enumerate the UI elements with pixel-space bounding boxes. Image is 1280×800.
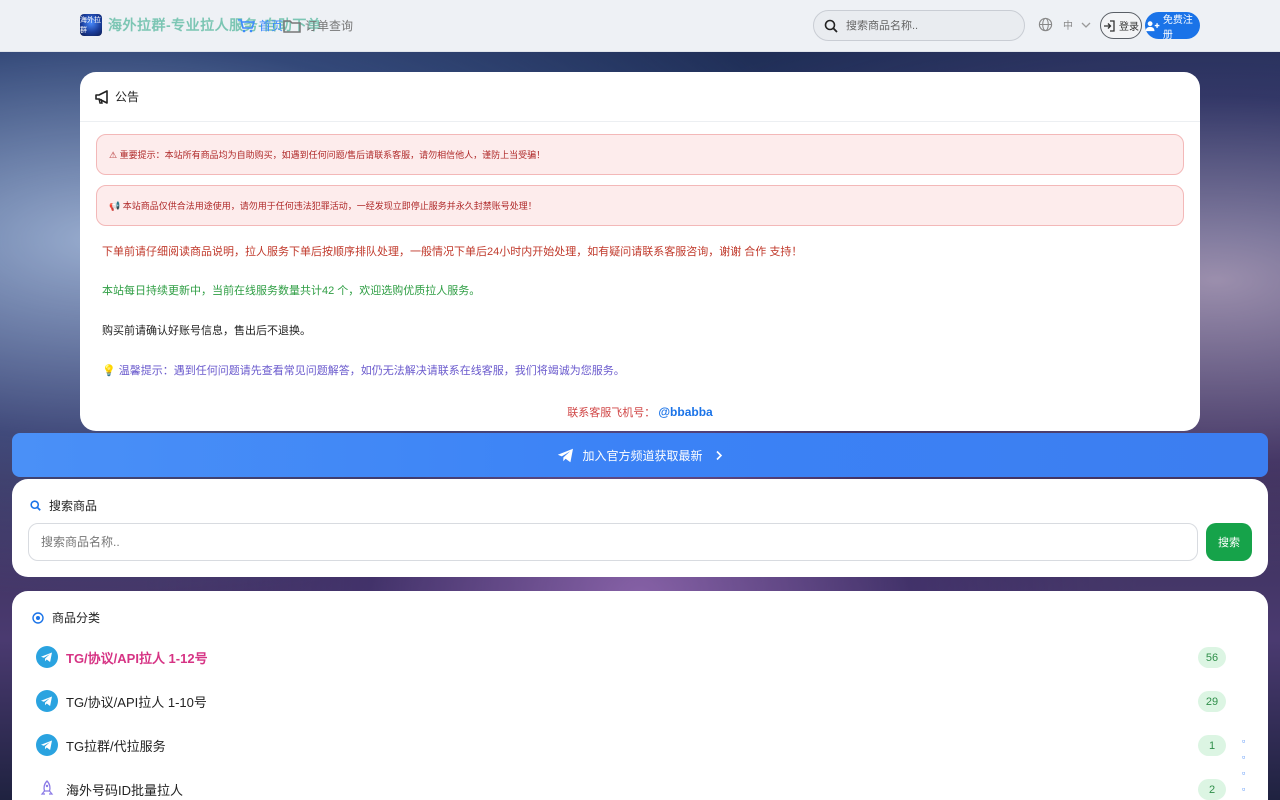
search-card-title: 搜索商品: [30, 497, 97, 514]
product-search-input[interactable]: [28, 523, 1198, 561]
login-label: 登录: [1119, 22, 1139, 33]
language-label: 中: [1063, 21, 1073, 32]
login-button[interactable]: 登录: [1100, 12, 1142, 39]
search-icon: [30, 500, 41, 511]
category-card: 商品分类 TG/协议/API拉人 1-12号 56 TG/协议/API拉人 1-…: [12, 591, 1268, 800]
contact-line: 联系客服飞机号： @bbabba: [80, 404, 1200, 420]
search-icon: [824, 19, 838, 33]
category-item[interactable]: TG/协议/API拉人 1-10号 29: [36, 689, 1226, 713]
category-count-badge: 56: [1198, 647, 1226, 668]
category-title-label: 商品分类: [52, 611, 101, 625]
side-link-icon[interactable]: ▫: [1242, 784, 1250, 800]
notice-alert-info: 📢 本站商品仅供合法用途使用，请勿用于任何违法犯罪活动，一经发现立即停止服务并永…: [96, 185, 1184, 226]
join-channel-banner[interactable]: 加入官方频道获取最新: [12, 433, 1268, 477]
search-card-title-label: 搜索商品: [49, 499, 98, 513]
notice-line-stock: 本站每日持续更新中，当前在线服务数量共计42 个，欢迎选购优质拉人服务。: [102, 285, 481, 297]
contact-handle-link[interactable]: @bbabba: [658, 405, 712, 419]
register-label: 免费注册: [1162, 14, 1193, 41]
top-navbar: 海外拉群 海外拉群-专业拉人服务-自助下单 首页 订单查询 中: [0, 0, 1280, 52]
side-link-icon[interactable]: ▫: [1242, 752, 1250, 768]
side-link-icon[interactable]: ▫: [1242, 736, 1250, 752]
globe-icon: [1038, 17, 1053, 32]
category-count-badge: 2: [1198, 779, 1226, 800]
nav-orders-link[interactable]: 订单查询: [283, 17, 353, 34]
nav-home-label: 首页: [259, 19, 284, 33]
sign-in-icon: [1104, 19, 1115, 32]
side-quick-links: ▫ ▫ ▫ ▫: [1242, 736, 1250, 800]
telegram-plane-icon: [558, 448, 574, 462]
category-item[interactable]: TG/协议/API拉人 1-12号 56: [36, 645, 1226, 669]
chevron-right-icon: [715, 450, 722, 460]
folder-icon: [283, 19, 301, 33]
category-count-badge: 1: [1198, 735, 1226, 756]
megaphone-icon: [95, 89, 108, 104]
notice-line-tip: 💡 温馨提示：遇到任何问题请先查看常见问题解答，如仍无法解决请联系在线客服，我们…: [102, 365, 625, 377]
product-search-card: 搜索商品 搜索: [12, 479, 1268, 577]
user-plus-icon: [1145, 20, 1160, 31]
notice-line-processing: 下单前请仔细阅读商品说明，拉人服务下单后按顺序排队处理，一般情况下单后24小时内…: [102, 246, 803, 258]
rocket-icon: [36, 778, 58, 800]
category-item[interactable]: 海外号码ID批量拉人 2: [36, 777, 1226, 800]
notice-alert-warning: ⚠ 重要提示：本站所有商品均为自助购买，如遇到任何问题/售后请联系客服，请勿相信…: [96, 134, 1184, 175]
nav-search-input[interactable]: [846, 19, 1006, 32]
telegram-icon: [36, 734, 58, 756]
category-item[interactable]: TG拉群/代拉服务 1: [36, 733, 1226, 757]
brand-logo: 海外拉群: [80, 14, 102, 36]
cart-icon: [238, 18, 255, 32]
category-card-title: 商品分类: [32, 609, 100, 626]
telegram-icon: [36, 690, 58, 712]
notice-header: 公告: [80, 72, 1200, 122]
join-channel-label: 加入官方频道获取最新: [582, 448, 703, 463]
side-link-icon[interactable]: ▫: [1242, 768, 1250, 784]
register-button[interactable]: 免费注册: [1145, 12, 1200, 41]
notice-card: 公告 ⚠ 重要提示：本站所有商品均为自助购买，如遇到任何问题/售后请联系客服，请…: [80, 72, 1200, 431]
nav-orders-label: 订单查询: [305, 19, 354, 33]
chevron-down-icon: [1081, 22, 1091, 28]
telegram-icon: [36, 646, 58, 668]
nav-search-box[interactable]: [813, 10, 1025, 41]
language-selector[interactable]: 中: [1038, 17, 1091, 32]
category-name: TG/协议/API拉人 1-12号: [66, 650, 208, 666]
contact-prefix: 联系客服飞机号：: [567, 407, 656, 419]
notice-line-no-refund: 购买前请确认好账号信息，售出后不退换。: [102, 325, 311, 337]
nav-home-link[interactable]: 首页: [237, 17, 283, 34]
search-button[interactable]: 搜索: [1206, 523, 1252, 561]
notice-title: 公告: [115, 90, 140, 104]
category-name: TG/协议/API拉人 1-10号: [66, 694, 207, 710]
category-name: 海外号码ID批量拉人: [66, 782, 184, 798]
target-icon: [32, 611, 44, 624]
category-name: TG拉群/代拉服务: [66, 738, 166, 754]
category-count-badge: 29: [1198, 691, 1226, 712]
